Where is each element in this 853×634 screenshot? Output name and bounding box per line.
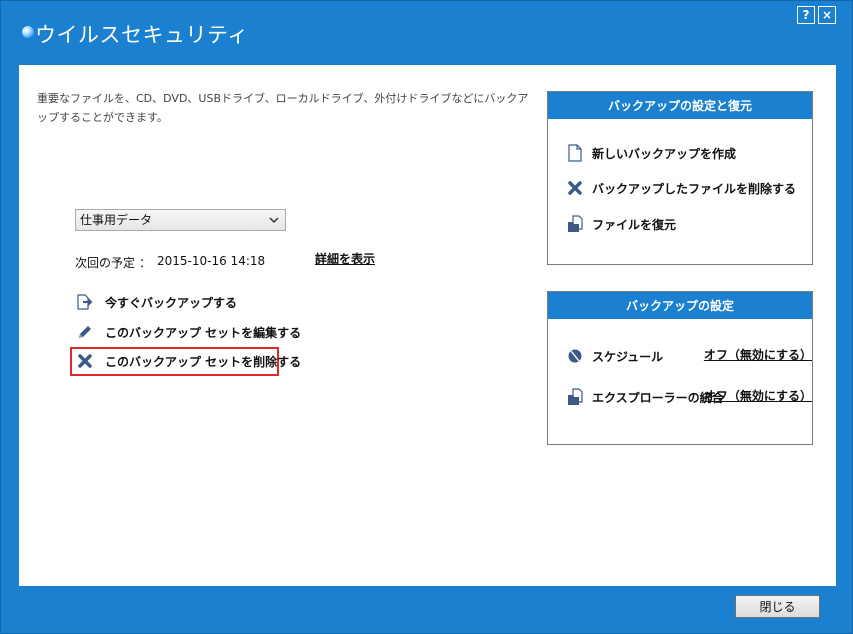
- schedule-setting: スケジュール: [566, 345, 663, 367]
- next-schedule-label: 次回の予定: [75, 256, 136, 270]
- schedule-status-link[interactable]: オフ（無効にする）: [704, 346, 812, 363]
- schedule-setting-label: スケジュール: [592, 349, 664, 364]
- schedule-separator: ：: [139, 256, 152, 270]
- create-backup-button[interactable]: 新しいバックアップを作成: [566, 142, 736, 164]
- restore-panel-title: バックアップの設定と復元: [548, 92, 812, 119]
- title-bar: ウイルスセキュリティ ? ×: [1, 1, 852, 61]
- restore-panel: バックアップの設定と復元 新しいバックアップを作成 バックアップしたファイルを削…: [547, 91, 813, 265]
- close-button[interactable]: 閉じる: [735, 595, 820, 618]
- backup-set-selected-value: 仕事用データ: [80, 213, 153, 227]
- main-window: ウイルスセキュリティ ? × 重要なファイルを、CD、DVD、USBドライブ、ロ…: [0, 0, 853, 634]
- edit-backup-set-button[interactable]: このバックアップ セットを編集する: [75, 321, 301, 343]
- app-logo-icon: [22, 26, 34, 38]
- settings-panel-title: バックアップの設定: [548, 292, 812, 319]
- content-area: 重要なファイルを、CD、DVD、USBドライブ、ローカルドライブ、外付けドライブ…: [19, 65, 836, 586]
- delete-backed-up-files-button[interactable]: バックアップしたファイルを削除する: [566, 177, 796, 199]
- backup-set-select[interactable]: 仕事用データ: [75, 209, 286, 231]
- folder-document-icon: [566, 387, 584, 407]
- delete-backup-set-button[interactable]: このバックアップ セットを削除する: [75, 350, 301, 372]
- restore-files-button[interactable]: ファイルを復元: [566, 213, 676, 235]
- delete-x-icon: [75, 351, 95, 371]
- explorer-integration-setting: エクスプローラーの統合: [566, 386, 724, 408]
- delete-x-icon: [566, 178, 584, 198]
- delete-backed-up-files-label: バックアップしたファイルを削除する: [592, 181, 797, 196]
- settings-panel: バックアップの設定 スケジュール オフ（無効にする） エクスプローラーの統合 オ…: [547, 291, 813, 445]
- new-document-icon: [566, 143, 584, 163]
- folder-document-icon: [566, 214, 584, 234]
- backup-now-label: 今すぐバックアップする: [105, 295, 238, 310]
- restore-files-label: ファイルを復元: [592, 217, 677, 232]
- description-text: 重要なファイルを、CD、DVD、USBドライブ、ローカルドライブ、外付けドライブ…: [37, 92, 529, 124]
- edit-backup-set-label: このバックアップ セットを編集する: [105, 325, 302, 340]
- next-schedule-value: 2015-10-16 14:18: [157, 254, 266, 268]
- backup-now-button[interactable]: 今すぐバックアップする: [75, 291, 237, 313]
- close-window-button[interactable]: ×: [818, 6, 836, 24]
- explorer-integration-status-link[interactable]: オフ（無効にする）: [704, 387, 812, 404]
- chevron-down-icon: [268, 210, 280, 237]
- show-details-link[interactable]: 詳細を表示: [315, 250, 375, 267]
- pencil-icon: [75, 322, 95, 342]
- backup-now-icon: [75, 292, 95, 312]
- help-button[interactable]: ?: [797, 6, 815, 24]
- create-backup-label: 新しいバックアップを作成: [592, 146, 737, 161]
- delete-backup-set-label: このバックアップ セットを削除する: [105, 354, 302, 369]
- app-title: ウイルスセキュリティ: [35, 23, 249, 47]
- schedule-icon: [566, 346, 584, 366]
